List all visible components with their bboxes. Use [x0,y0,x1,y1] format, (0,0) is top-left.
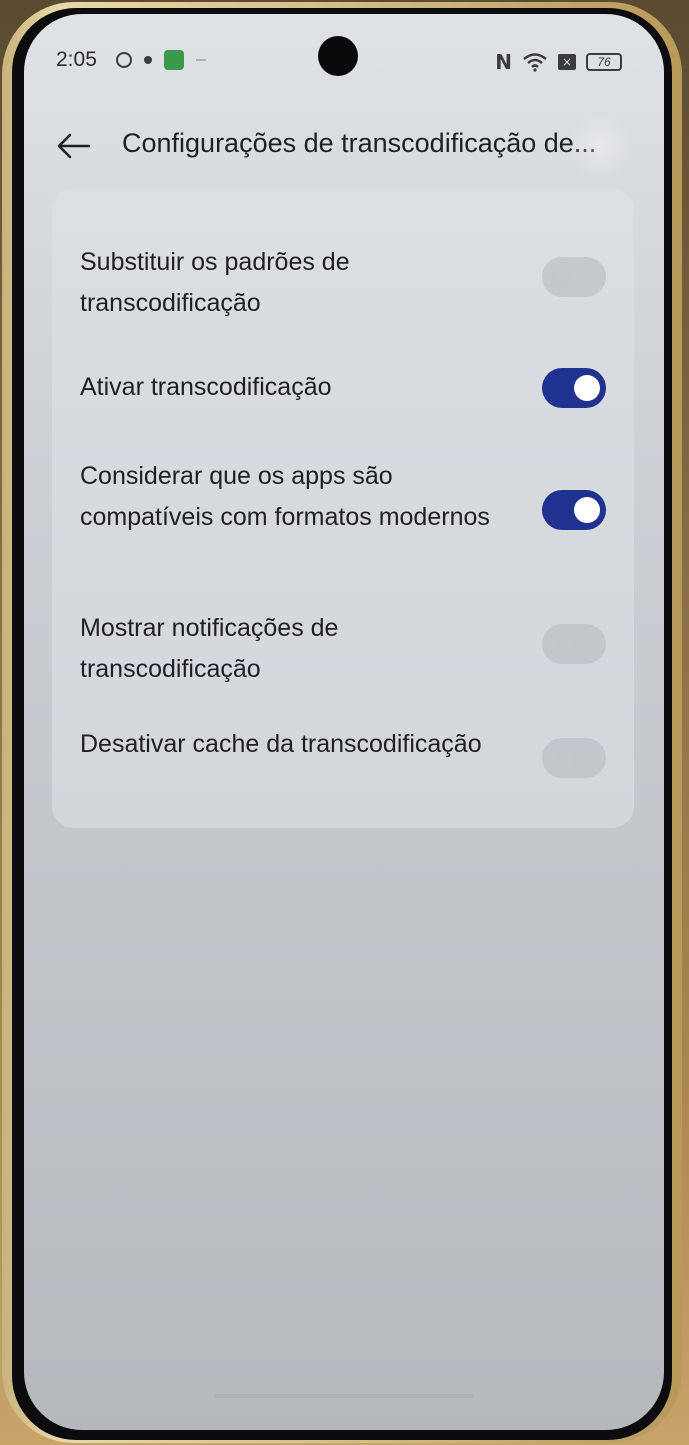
toggle-knob [552,634,572,654]
gesture-nav-bar[interactable] [214,1394,474,1398]
toggle-knob [574,375,600,401]
setting-row-disable-cache[interactable]: Desativar cache da transcodificação [52,716,634,806]
toggle-switch[interactable] [542,624,606,664]
nfc-icon: N [495,50,512,74]
toggle-knob [552,748,572,768]
page-title: Configurações de transcodificação de... [122,128,597,158]
setting-label: Ativar transcodificação [80,373,332,401]
battery-icon: 76 [586,53,622,71]
app-bar: Configurações de transcodificação de... [24,114,664,178]
status-icons-left [116,50,206,70]
arrow-left-icon [57,133,91,159]
front-camera [318,36,358,76]
setting-row-enable-transcoding[interactable]: Ativar transcodificação [52,342,634,432]
setting-label: Considerar que os apps são compatíveis c… [80,462,490,531]
setting-label: Mostrar notificações de transcodificação [80,614,339,683]
sim-icon: × [558,54,576,70]
toggle-switch[interactable] [542,738,606,778]
green-app-icon [164,50,184,70]
setting-row-override-defaults[interactable]: Substituir os padrões de transcodificaçã… [52,234,634,324]
circle-icon [116,52,132,68]
status-time: 2:05 [56,48,97,71]
toggle-knob [552,267,572,287]
setting-row-show-notifications[interactable]: Mostrar notificações de transcodificação [52,600,634,690]
settings-card: Substituir os padrões de transcodificaçã… [52,188,634,828]
toggle-switch[interactable] [542,257,606,297]
overflow-menu-button[interactable] [568,114,632,178]
dot-icon [144,56,152,64]
setting-label: Desativar cache da transcodificação [80,730,482,758]
toggle-knob [574,497,600,523]
dash-icon [196,59,206,61]
phone-screen: 2:05 N × 76 Configurações de transcodifi… [24,14,664,1430]
wifi-icon [523,53,547,72]
toggle-switch[interactable] [542,368,606,408]
toggle-switch[interactable] [542,490,606,530]
status-icons-right: N × 76 [495,50,622,74]
setting-label: Substituir os padrões de transcodificaçã… [80,248,350,317]
setting-row-modern-formats[interactable]: Considerar que os apps são compatíveis c… [52,450,634,580]
back-button[interactable] [54,126,94,166]
